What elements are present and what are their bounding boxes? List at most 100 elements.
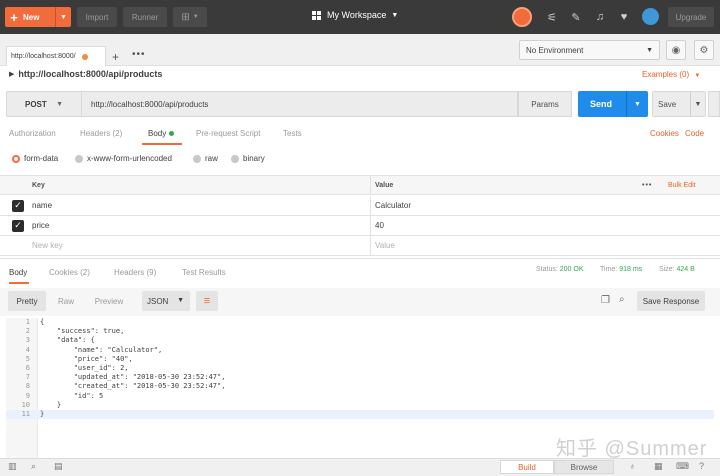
new-value-input[interactable]: Value — [375, 241, 395, 250]
size-label: Size: — [659, 266, 675, 273]
search-icon[interactable]: ⌕ — [619, 294, 625, 305]
method-select[interactable]: POST ▼ — [6, 91, 82, 117]
keyboard-icon[interactable]: ⌨ — [676, 461, 689, 472]
help-icon[interactable]: ? — [699, 461, 704, 471]
time-value: 918 ms — [619, 266, 643, 273]
send-dropdown-caret-icon[interactable]: ▼ — [626, 91, 648, 117]
heart-icon[interactable]: ♥ — [616, 9, 632, 25]
find-icon[interactable]: ⌕ — [31, 461, 36, 472]
bulk-edit-link[interactable]: Bulk Edit — [668, 182, 696, 189]
line-number: 9 — [25, 391, 30, 400]
line-number: 8 — [25, 382, 30, 391]
caret-right-icon: ▶ — [9, 71, 15, 78]
code-line: 5 "price": "40", — [6, 355, 714, 364]
send-button[interactable]: Send ▼ — [578, 91, 648, 117]
new-button[interactable]: + New ▼ — [5, 7, 71, 27]
workspace-switcher[interactable]: My Workspace ▼ — [312, 10, 398, 20]
satellite-icon[interactable]: ⚟ — [544, 9, 560, 25]
table-row[interactable]: ✓ name Calculator — [0, 196, 720, 216]
radio-raw[interactable]: raw — [193, 154, 218, 163]
tab-headers[interactable]: Headers (2) — [80, 129, 122, 138]
wrap-lines-icon[interactable]: ≡ — [196, 291, 218, 311]
url-input[interactable]: http://localhost:8000/api/products — [82, 91, 518, 117]
params-button[interactable]: Params — [518, 91, 572, 117]
browse-button[interactable]: Browse — [554, 460, 614, 474]
radio-binary-label: binary — [243, 154, 265, 163]
cookies-link[interactable]: Cookies — [650, 129, 679, 138]
save-button[interactable]: Save ▼ — [652, 91, 706, 117]
new-row[interactable]: New key Value — [0, 236, 720, 256]
radio-selected-icon — [12, 154, 20, 163]
console-icon[interactable]: ▤ — [54, 461, 63, 472]
tab-body-label: Body — [148, 129, 167, 138]
save-response-button[interactable]: Save Response — [637, 291, 705, 311]
more-tabs-icon[interactable]: ••• — [132, 49, 146, 60]
response-tab-headers[interactable]: Headers (9) — [114, 268, 156, 277]
response-tab-body[interactable]: Body — [9, 268, 27, 277]
environment-select[interactable]: No Environment ▼ — [519, 40, 660, 60]
checkbox-checked-icon[interactable]: ✓ — [12, 199, 24, 212]
new-window-button[interactable]: ⊞ ▼ — [173, 7, 207, 27]
line-number: 3 — [25, 336, 30, 345]
line-text: "user_id": 2, — [40, 363, 129, 372]
view-pretty-button[interactable]: Pretty — [8, 291, 46, 311]
eye-icon[interactable]: ◉ — [666, 40, 686, 60]
kv-table-header: Key Value ••• Bulk Edit — [0, 175, 720, 195]
radio-form-data-label: form-data — [24, 154, 59, 163]
code-link[interactable]: Code — [685, 129, 704, 138]
radio-form-data[interactable]: form-data — [12, 154, 58, 163]
lightbulb-icon[interactable]: ♁ — [629, 461, 636, 471]
more-options-icon[interactable]: ••• — [642, 182, 652, 189]
import-button[interactable]: Import — [77, 7, 117, 27]
view-raw-button[interactable]: Raw — [48, 291, 84, 311]
format-select[interactable]: JSON ▼ — [142, 291, 190, 311]
key-column-header: Key — [32, 181, 45, 189]
avatar[interactable] — [642, 8, 659, 25]
response-tab-cookies[interactable]: Cookies (2) — [49, 268, 90, 277]
save-dropdown-caret-icon[interactable]: ▼ — [690, 92, 705, 116]
request-tab[interactable]: http://localhost:8000/ — [6, 46, 106, 66]
row-value[interactable]: Calculator — [375, 201, 411, 210]
breadcrumb[interactable]: ▶ http://localhost:8000/api/products — [9, 69, 162, 79]
new-key-input[interactable]: New key — [32, 241, 63, 250]
examples-dropdown[interactable]: Examples (0) ▼ — [642, 70, 700, 79]
table-row[interactable]: ✓ price 40 — [0, 216, 720, 236]
runner-button[interactable]: Runner — [123, 7, 167, 27]
watermark: 知乎 @Summer — [556, 438, 708, 460]
add-tab-icon[interactable]: + — [112, 50, 119, 64]
sidebar-toggle-icon[interactable]: ▥ — [8, 461, 17, 472]
line-text: } — [40, 400, 62, 409]
format-label: JSON — [147, 296, 169, 306]
tab-body[interactable]: Body — [148, 129, 175, 138]
tab-prerequest-script[interactable]: Pre-request Script — [196, 129, 260, 138]
upgrade-button[interactable]: Upgrade — [668, 7, 714, 27]
method-label: POST — [25, 99, 47, 109]
response-tab-test-results[interactable]: Test Results — [182, 268, 226, 277]
checkbox-checked-icon[interactable]: ✓ — [12, 219, 24, 232]
radio-urlencoded[interactable]: x-www-form-urlencoded — [75, 154, 172, 163]
save-label: Save — [658, 99, 677, 109]
chevron-down-icon: ▼ — [694, 73, 701, 79]
sync-icon[interactable] — [512, 7, 532, 27]
radio-binary[interactable]: binary — [231, 154, 265, 163]
code-line: 6 "user_id": 2, — [6, 364, 714, 373]
row-key[interactable]: price — [32, 221, 49, 230]
value-column-header: Value — [375, 181, 394, 189]
gear-icon[interactable]: ⚙ — [694, 40, 714, 60]
new-window-icon: ⊞ — [181, 11, 190, 23]
tab-authorization[interactable]: Authorization — [9, 129, 56, 138]
copy-icon[interactable]: ❐ — [601, 295, 610, 306]
wrench-icon[interactable]: ✎ — [568, 9, 584, 25]
line-text: "created_at": "2018-05-30 23:52:47", — [40, 382, 226, 391]
build-button[interactable]: Build — [500, 460, 554, 474]
code-line: 2 "success": true, — [6, 327, 714, 336]
layout-icon[interactable]: ▦ — [654, 461, 663, 472]
bell-icon[interactable]: ♫ — [592, 9, 608, 25]
row-value[interactable]: 40 — [375, 221, 384, 230]
tab-tests[interactable]: Tests — [283, 129, 302, 138]
line-number: 10 — [21, 400, 30, 409]
view-preview-button[interactable]: Preview — [86, 291, 132, 311]
code-line: 3 "data": { — [6, 336, 714, 345]
new-dropdown-caret-icon[interactable]: ▼ — [55, 7, 71, 27]
row-key[interactable]: name — [32, 201, 52, 210]
